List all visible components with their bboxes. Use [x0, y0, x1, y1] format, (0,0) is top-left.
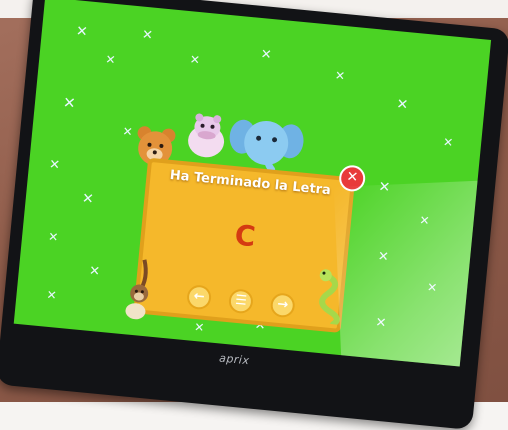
sparkle-icon: ✕ [259, 47, 273, 64]
dialog-title: Ha Terminado la Letra [169, 167, 332, 199]
completed-letter: C [233, 218, 258, 254]
list-icon: ☰ [234, 292, 248, 309]
arrow-left-icon: ← [193, 288, 206, 305]
hippo-illustration [188, 113, 225, 158]
sparkle-icon: ✕ [141, 27, 154, 44]
monkey-illustration [125, 259, 149, 320]
tablet-screen: ✕ ✕ ✕ ✕ ✕ ✕ ✕ ✕ ✕ ✕ ✕ ✕ ✕ ✕ ✕ ✕ ✕ ✕ ✕ ✕ … [13, 0, 492, 367]
sparkle-icon: ✕ [88, 263, 101, 280]
sparkle-icon: ✕ [334, 68, 346, 84]
sparkle-icon: ✕ [62, 93, 77, 113]
sparkle-icon: ✕ [45, 287, 58, 303]
sparkle-icon: ✕ [193, 319, 205, 335]
arrow-right-icon: → [276, 296, 289, 313]
sparkle-icon: ✕ [48, 157, 61, 174]
device-brand-label: aprix [218, 351, 251, 368]
sparkle-icon: ✕ [121, 124, 134, 140]
tablet-device: ✕ ✕ ✕ ✕ ✕ ✕ ✕ ✕ ✕ ✕ ✕ ✕ ✕ ✕ ✕ ✕ ✕ ✕ ✕ ✕ … [0, 0, 508, 430]
sparkle-icon: ✕ [442, 134, 454, 150]
sparkle-icon: ✕ [189, 52, 201, 68]
screen-glare [333, 180, 492, 367]
sparkle-icon: ✕ [75, 23, 89, 41]
sparkle-icon: ✕ [47, 229, 59, 245]
sparkle-icon: ✕ [81, 190, 95, 208]
sparkle-icon: ✕ [104, 52, 117, 68]
sparkle-icon: ✕ [395, 96, 409, 114]
